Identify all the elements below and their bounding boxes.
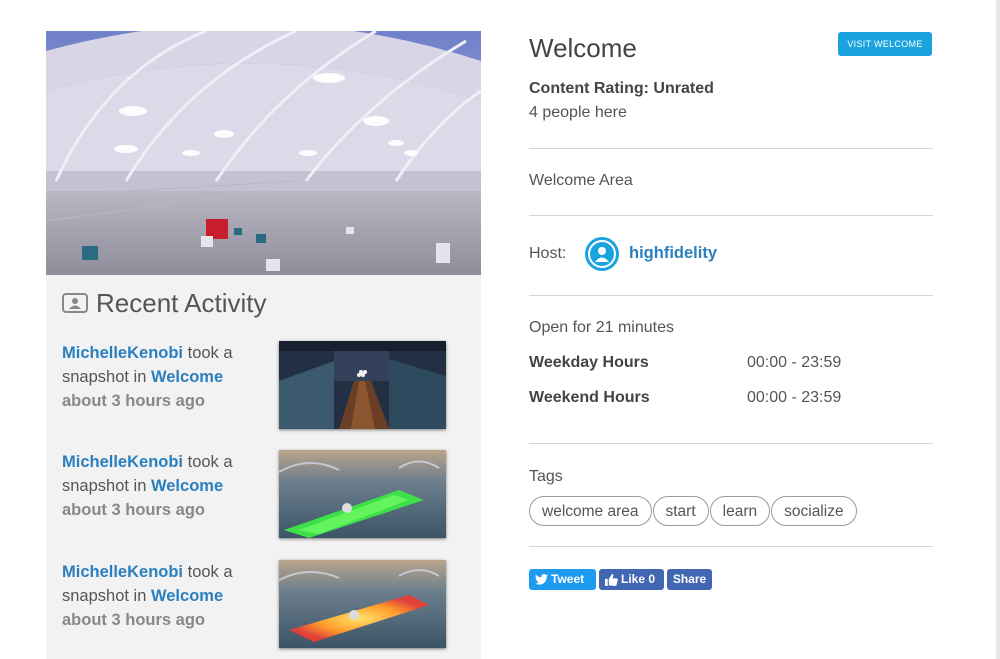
tag-learn[interactable]: learn: [709, 496, 771, 526]
activity-time: about 3 hours ago: [62, 392, 206, 410]
activity-text: MichelleKenobi took a snapshot in Welcom…: [62, 560, 267, 632]
hours-value: 00:00 - 23:59: [747, 389, 842, 406]
contact-card-icon: [62, 292, 88, 314]
activity-place-link[interactable]: Welcome: [151, 368, 223, 386]
place-details: Welcome VISIT WELCOME Content Rating: Un…: [529, 0, 933, 659]
facebook-share-button[interactable]: Share: [667, 569, 712, 590]
like-label: Like 0: [621, 572, 656, 586]
activity-snapshot-thumbnail[interactable]: [279, 450, 446, 538]
activity-text: MichelleKenobi took a snapshot in Welcom…: [62, 450, 267, 522]
activity-user-link[interactable]: MichelleKenobi: [62, 453, 183, 471]
host-avatar[interactable]: [585, 237, 619, 271]
activity-user-link[interactable]: MichelleKenobi: [62, 563, 183, 581]
visit-place-button[interactable]: VISIT WELCOME: [838, 32, 932, 56]
activity-user-link[interactable]: MichelleKenobi: [62, 344, 183, 362]
section-divider: [529, 546, 933, 547]
activity-snapshot-thumbnail[interactable]: [279, 560, 446, 648]
share-label: Share: [672, 572, 707, 586]
tweet-label: Tweet: [551, 572, 585, 586]
tag-list: welcome area start learn socialize: [529, 496, 858, 526]
left-column: Recent Activity MichelleKenobi took a sn…: [46, 31, 481, 659]
activity-text: MichelleKenobi took a snapshot in Welcom…: [62, 341, 267, 413]
host-label: Host:: [529, 245, 567, 262]
place-title: Welcome: [529, 33, 637, 63]
activity-item: MichelleKenobi took a snapshot in Welcom…: [62, 450, 467, 540]
facebook-like-button[interactable]: Like 0: [599, 569, 664, 590]
share-buttons: Tweet Like 0 Share: [529, 569, 715, 590]
activity-snapshot-thumbnail[interactable]: [279, 341, 446, 429]
content-rating: Content Rating: Unrated: [529, 80, 714, 97]
activity-time: about 3 hours ago: [62, 501, 206, 519]
page-edge-divider: [996, 0, 1000, 659]
activity-time: about 3 hours ago: [62, 611, 206, 629]
hours-label: Weekend Hours: [529, 389, 650, 406]
section-divider: [529, 148, 933, 149]
open-duration: Open for 21 minutes: [529, 319, 674, 336]
activity-item: MichelleKenobi took a snapshot in Welcom…: [62, 560, 467, 650]
tags-label: Tags: [529, 468, 563, 485]
tweet-button[interactable]: Tweet: [529, 569, 596, 590]
activity-place-link[interactable]: Welcome: [151, 477, 223, 495]
recent-activity-title: Recent Activity: [96, 287, 267, 318]
people-count: 4 people here: [529, 104, 627, 121]
twitter-bird-icon: [535, 574, 548, 585]
hours-value: 00:00 - 23:59: [747, 354, 842, 371]
section-divider: [529, 295, 933, 296]
section-divider: [529, 443, 933, 444]
place-description: Welcome Area: [529, 172, 633, 189]
user-avatar-icon: [588, 240, 616, 268]
tag-welcome-area[interactable]: welcome area: [529, 496, 652, 526]
activity-place-link[interactable]: Welcome: [151, 587, 223, 605]
activity-item: MichelleKenobi took a snapshot in Welcom…: [62, 341, 467, 431]
host-name-link[interactable]: highfidelity: [629, 244, 717, 263]
tag-socialize[interactable]: socialize: [771, 496, 857, 526]
hours-label: Weekday Hours: [529, 354, 649, 371]
thumbs-up-icon: [605, 573, 618, 586]
place-hero-image: [46, 31, 481, 275]
tag-start[interactable]: start: [652, 496, 709, 526]
section-divider: [529, 215, 933, 216]
recent-activity-header: Recent Activity: [62, 287, 267, 319]
